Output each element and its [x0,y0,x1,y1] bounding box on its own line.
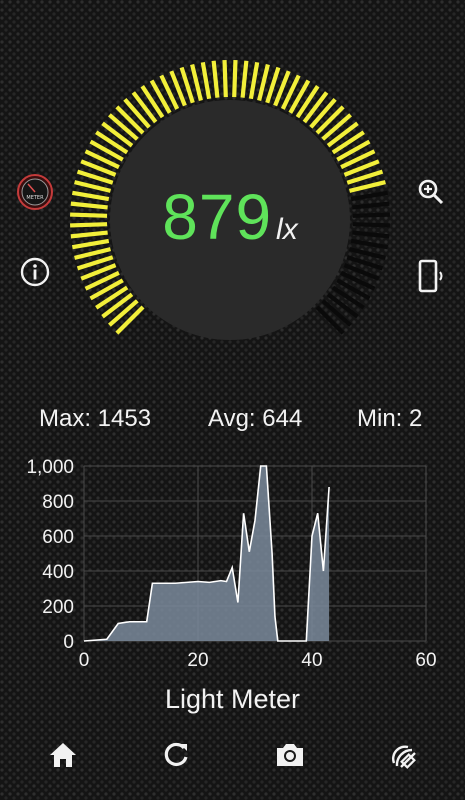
gauge-segment [115,305,145,335]
gauge-segment [349,247,386,260]
x-tick-label: 20 [187,650,208,671]
meter-mode-button[interactable]: METER [15,172,55,212]
gauge-segment [222,60,228,98]
meter-badge-text: METER [26,195,44,201]
gauge-segment [240,60,249,98]
gauge-segment [108,113,139,141]
gauge-segment [190,64,203,101]
gauge-segment [74,247,111,260]
gauge-segment [326,121,359,148]
phone-vibrate-icon [418,259,443,293]
lux-unit: lx [276,213,298,246]
app-title: Light Meter [164,684,301,714]
x-tick-label: 0 [79,650,90,671]
camera-icon [277,744,303,766]
gauge-segment [70,201,108,210]
gauge-segment [350,238,389,250]
gauge-segment [352,222,390,228]
home-button[interactable] [43,735,83,775]
avg-stat: Avg: 644 [208,405,303,432]
gauge-segment [321,113,352,141]
gauge-segment [321,299,352,327]
gauge-segment [248,61,260,100]
sensor-button[interactable] [383,735,423,775]
gauge-segment [309,98,337,129]
x-tick-label: 40 [301,650,322,671]
y-tick-label: 1,000 [26,457,74,478]
gauge-segment [71,190,110,202]
gauge-segment [257,64,270,101]
gauge-segment [350,190,389,202]
gauge-segment [70,212,108,218]
gauge-segment [352,212,390,218]
x-tick-label: 60 [415,650,436,671]
gauge-segment [70,222,108,228]
info-icon [20,257,50,287]
gauge-segment [200,61,212,100]
gauge-segment [70,230,108,239]
gauge-segment [352,230,390,239]
vibrate-button[interactable] [411,256,451,296]
refresh-button[interactable] [156,735,196,775]
y-tick-label: 600 [42,527,74,548]
gauge-segment [131,91,158,124]
gauge-segment [315,105,345,135]
gauge-segment [211,60,220,98]
meter-mode-icon: METER [17,174,53,210]
camera-button[interactable] [270,735,310,775]
gauge-segment [101,292,134,319]
gauge-segment [101,121,134,148]
gauge-segment [349,180,386,193]
series-area [84,466,330,641]
home-icon [50,743,76,767]
zoom-in-icon [418,179,444,205]
y-tick-label: 0 [63,632,74,653]
y-tick-label: 800 [42,492,74,513]
y-tick-label: 400 [42,562,74,583]
gauge-segment [232,60,238,98]
sensor-icon [392,745,416,769]
gauge-segment [123,98,151,129]
lux-value: 879 [162,181,273,253]
gauge-segment [352,201,390,210]
gauge-segment [315,305,345,335]
gauge-segment [108,299,139,327]
info-button[interactable] [15,252,55,292]
refresh-icon [164,742,188,767]
zoom-button[interactable] [411,172,451,212]
min-stat: Min: 2 [357,405,423,432]
gauge-segment [74,180,111,193]
reading-display: 879 lx [110,180,350,260]
gauge-segment [71,238,110,250]
y-tick-label: 200 [42,597,74,618]
gauge-segment [302,91,329,124]
max-stat: Max: 1453 [39,405,152,432]
gauge-segment [326,292,359,319]
lux-history-chart: 0 200 400 600 800 1,000 0 20 40 60 [26,457,436,671]
gauge-segment [115,105,145,135]
